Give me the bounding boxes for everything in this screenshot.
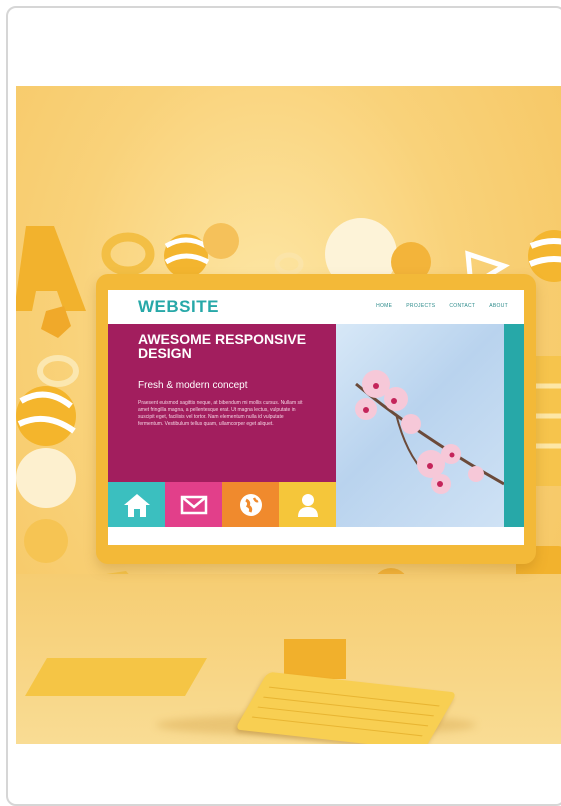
ring-shape [101, 232, 155, 276]
monitor: WEBSITE HOME PROJECTS CONTACT ABOUT AWES… [96, 274, 536, 564]
site-header: WEBSITE HOME PROJECTS CONTACT ABOUT [108, 290, 524, 324]
user-icon [279, 482, 336, 527]
site-title: WEBSITE [138, 297, 219, 316]
image-card: WEBSITE HOME PROJECTS CONTACT ABOUT AWES… [6, 6, 561, 806]
hero-panel: AWESOME RESPONSIVE DESIGN Fresh & modern… [108, 324, 336, 482]
blossom-branch [355, 370, 504, 494]
sphere [16, 448, 76, 508]
hero-subtitle: Fresh & modern concept [138, 380, 248, 391]
cherry-blossom-photo [336, 324, 504, 527]
site-nav: HOME PROJECTS CONTACT ABOUT [376, 303, 508, 309]
monitor-stand [284, 639, 346, 679]
sphere [528, 230, 561, 282]
ring-shape-3 [37, 355, 79, 387]
monitor-screen: WEBSITE HOME PROJECTS CONTACT ABOUT AWES… [108, 290, 524, 545]
mail-icon [165, 482, 222, 527]
nav-item-contact: CONTACT [449, 303, 476, 309]
home-icon [108, 482, 165, 527]
globe-icon [222, 482, 279, 527]
nav-item-projects: PROJECTS [406, 303, 436, 309]
sphere [24, 519, 68, 563]
ring-shape-2 [274, 252, 304, 276]
mouse-pad [25, 658, 207, 696]
teal-strip-bottom [504, 482, 524, 527]
nav-item-about: ABOUT [489, 303, 508, 309]
icon-tiles [108, 482, 336, 527]
hero-image: WEBSITE HOME PROJECTS CONTACT ABOUT AWES… [16, 86, 561, 744]
letter-a-shape [16, 226, 86, 311]
teal-strip [504, 324, 524, 482]
nav-item-home: HOME [376, 303, 393, 309]
sphere [203, 223, 239, 259]
hero-title: AWESOME RESPONSIVE DESIGN [138, 331, 307, 361]
hero-body: Praesent euismod sagittis neque, at bibe… [138, 400, 303, 427]
